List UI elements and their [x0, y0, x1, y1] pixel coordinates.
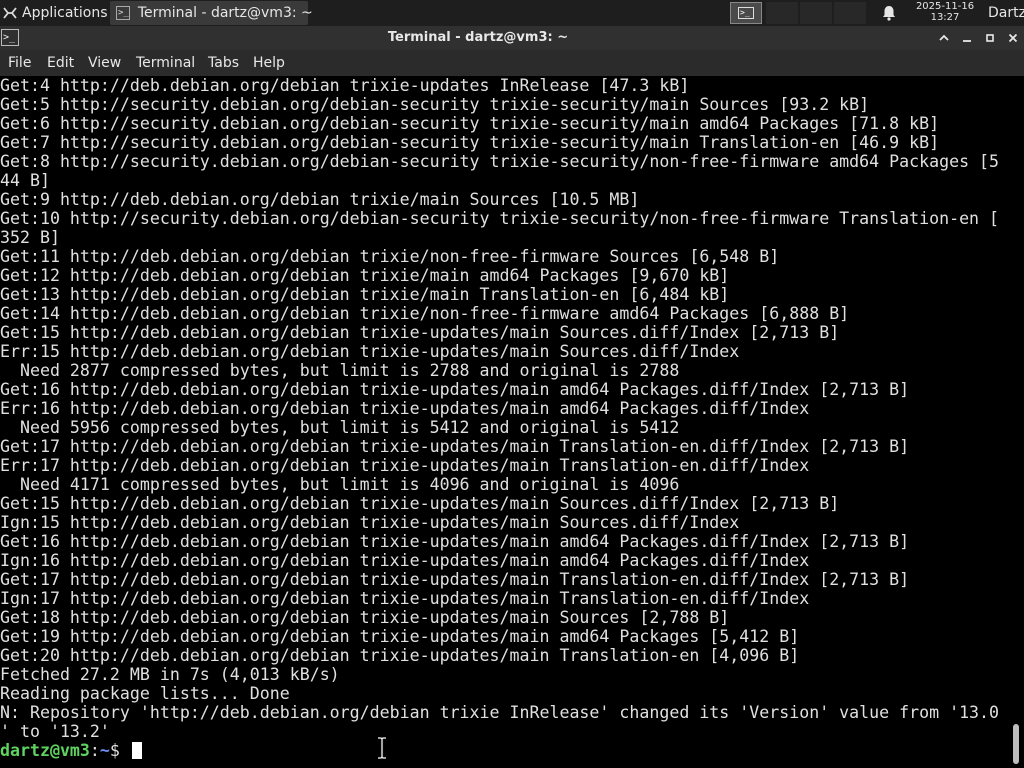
terminal-line: Need 4171 compressed bytes, but limit is… [0, 475, 680, 494]
terminal-line: Err:16 http://deb.debian.org/debian trix… [0, 399, 810, 418]
close-button[interactable] [1002, 26, 1024, 50]
terminal-prompt-line[interactable]: dartz@vm3:~$ [0, 741, 1008, 760]
minimize-button[interactable] [956, 26, 978, 50]
terminal-line: Err:17 http://deb.debian.org/debian trix… [0, 456, 810, 475]
workspace-1[interactable]: >_ [730, 2, 762, 24]
terminal-line: Get:5 http://security.debian.org/debian-… [0, 95, 870, 114]
prompt-symbol: $ [109, 741, 130, 760]
terminal-line: Fetched 27.2 MB in 7s (4,013 kB/s) [0, 665, 340, 684]
workspace-2[interactable] [766, 2, 798, 24]
terminal-line: Ign:16 http://deb.debian.org/debian trix… [0, 551, 810, 570]
prompt-path: ~ [99, 741, 110, 760]
terminal-scrollbar[interactable] [1008, 76, 1024, 768]
workspace-window-icon: >_ [738, 7, 754, 19]
terminal-line: Err:15 http://deb.debian.org/debian trix… [0, 342, 740, 361]
taskbar-terminal-button[interactable]: >_ Terminal - dartz@vm3: ~ [110, 1, 313, 25]
workspace-3[interactable] [800, 2, 832, 24]
terminal-line: Get:17 http://deb.debian.org/debian trix… [0, 570, 910, 589]
close-icon [1008, 33, 1018, 43]
terminal-line: Need 5956 compressed bytes, but limit is… [0, 418, 680, 437]
terminal-line: Get:14 http://deb.debian.org/debian trix… [0, 304, 850, 323]
taskbar-terminal-label: Terminal - dartz@vm3: ~ [137, 5, 313, 21]
minimize-icon [963, 40, 971, 42]
prompt-separator: : [89, 741, 100, 760]
window-titlebar[interactable]: >_ Terminal - dartz@vm3: ~ [0, 26, 1024, 50]
terminal-line: Get:15 http://deb.debian.org/debian trix… [0, 323, 840, 342]
terminal-line: 352 B] [0, 228, 60, 247]
terminal-line: Get:11 http://deb.debian.org/debian trix… [0, 247, 780, 266]
clock[interactable]: 2025-11-16 13:27 [908, 0, 982, 26]
menu-tabs[interactable]: Tabs [208, 50, 239, 76]
terminal-line: Get:19 http://deb.debian.org/debian trix… [0, 627, 800, 646]
terminal-line: Need 2877 compressed bytes, but limit is… [0, 361, 680, 380]
text-cursor [131, 742, 142, 759]
window-title: Terminal - dartz@vm3: ~ [387, 30, 569, 45]
scrollbar-thumb[interactable] [1013, 724, 1019, 764]
maximize-icon [986, 34, 994, 42]
xfce-logo-icon [2, 5, 18, 21]
terminal-line: Get:13 http://deb.debian.org/debian trix… [0, 285, 730, 304]
clock-time: 13:27 [930, 12, 960, 23]
clock-date: 2025-11-16 [915, 1, 975, 12]
terminal-line: Get:12 http://deb.debian.org/debian trix… [0, 266, 730, 285]
shade-button[interactable] [933, 26, 955, 50]
terminal-line: Ign:17 http://deb.debian.org/debian trix… [0, 589, 810, 608]
terminal-line: Get:15 http://deb.debian.org/debian trix… [0, 494, 840, 513]
menu-help[interactable]: Help [253, 50, 285, 76]
prompt-user: dartz@vm3 [0, 741, 90, 760]
terminal-line: Get:16 http://deb.debian.org/debian trix… [0, 380, 910, 399]
notification-bell-icon[interactable] [880, 4, 898, 22]
terminal-line: Get:17 http://deb.debian.org/debian trix… [0, 437, 910, 456]
menu-terminal[interactable]: Terminal [136, 50, 195, 76]
terminal-line: Reading package lists... Done [0, 684, 290, 703]
terminal-line: Get:20 http://deb.debian.org/debian trix… [0, 646, 800, 665]
terminal-line: Get:7 http://security.debian.org/debian-… [0, 133, 940, 152]
applications-menu[interactable]: Applications ☰ [0, 0, 122, 26]
terminal-line: Get:4 http://deb.debian.org/debian trixi… [0, 76, 690, 95]
terminal-line: Get:16 http://deb.debian.org/debian trix… [0, 532, 910, 551]
mouse-ibeam-cursor-icon [378, 737, 386, 759]
terminal-line: Get:6 http://security.debian.org/debian-… [0, 114, 940, 133]
top-panel: Applications ☰ >_ Terminal - dartz@vm3: … [0, 0, 1024, 26]
workspace-4[interactable] [834, 2, 866, 24]
terminal-icon: >_ [116, 6, 130, 20]
terminal-line: Get:9 http://deb.debian.org/debian trixi… [0, 190, 640, 209]
terminal-line: Ign:15 http://deb.debian.org/debian trix… [0, 513, 740, 532]
terminal-line: Get:18 http://deb.debian.org/debian trix… [0, 608, 730, 627]
terminal-line: Get:8 http://security.debian.org/debian-… [0, 152, 1000, 171]
menu-file[interactable]: File [8, 50, 31, 76]
terminal-line: N: Repository 'http://deb.debian.org/deb… [0, 703, 1000, 722]
maximize-button[interactable] [979, 26, 1001, 50]
user-menu[interactable]: Dartz [988, 0, 1024, 26]
menu-bar: File Edit View Terminal Tabs Help [0, 50, 1024, 76]
menu-edit[interactable]: Edit [47, 50, 74, 76]
applications-label: Applications [22, 5, 108, 21]
terminal-line: Get:10 http://security.debian.org/debian… [0, 209, 1000, 228]
terminal-lines: Get:4 http://deb.debian.org/debian trixi… [0, 76, 1008, 741]
terminal-line: 44 B] [0, 171, 50, 190]
terminal-output[interactable]: Get:4 http://deb.debian.org/debian trixi… [0, 76, 1008, 768]
chevron-up-icon [939, 34, 949, 41]
menu-view[interactable]: View [88, 50, 121, 76]
terminal-line: ' to '13.2' [0, 722, 110, 741]
